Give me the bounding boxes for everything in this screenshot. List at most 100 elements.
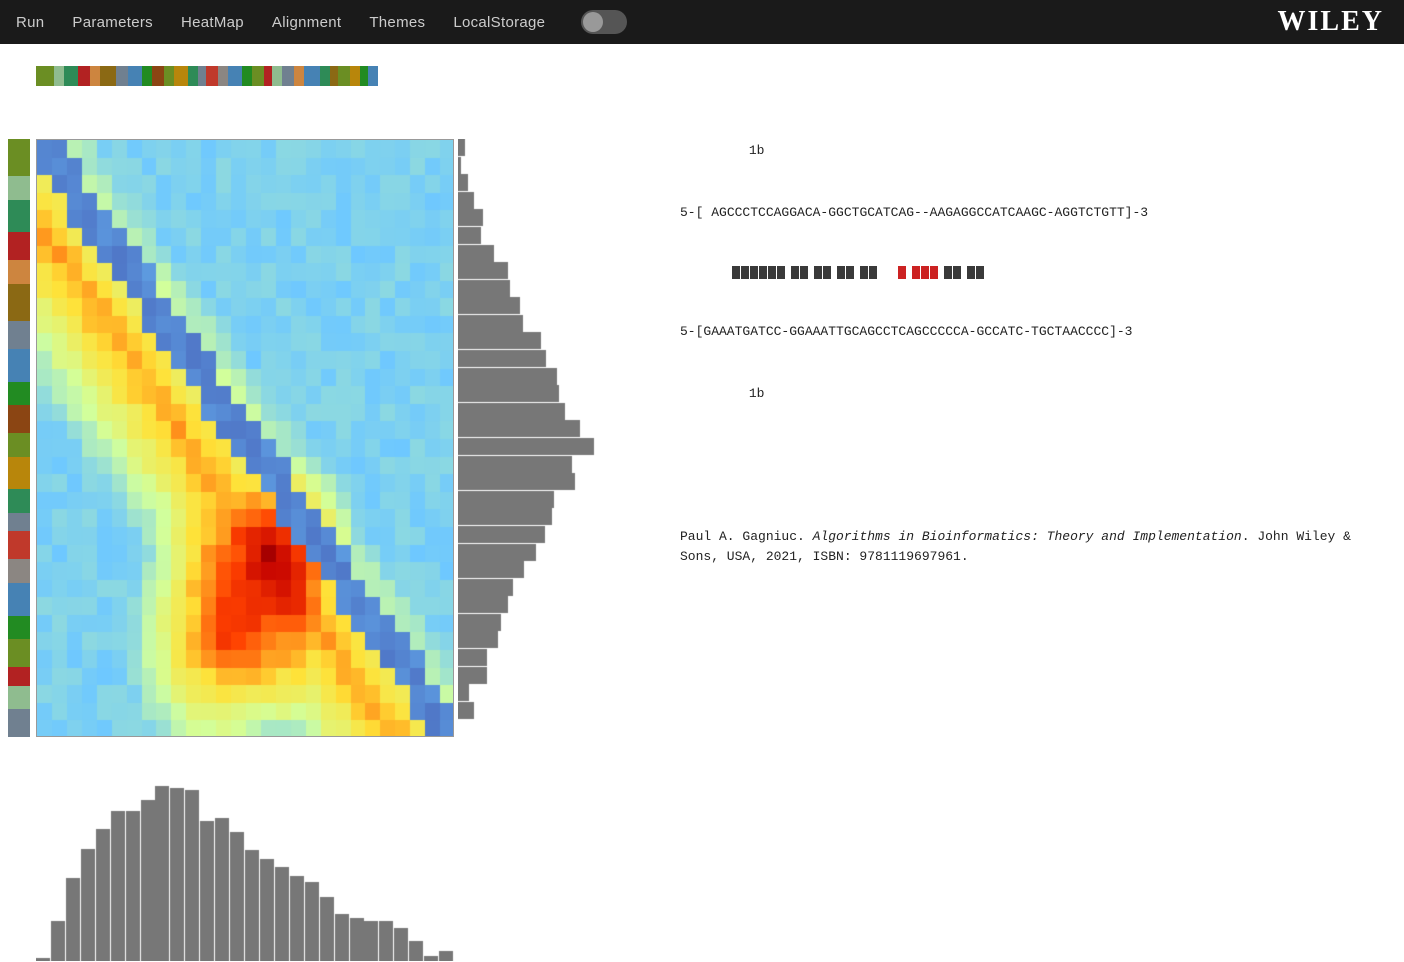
toggle-switch[interactable] bbox=[581, 10, 627, 34]
block-cell bbox=[823, 266, 831, 279]
block-cell bbox=[759, 266, 767, 279]
label2: 1b bbox=[749, 386, 765, 401]
color-bar-segment bbox=[116, 66, 128, 86]
color-bar-segment bbox=[64, 66, 78, 86]
left-color-bar-segment bbox=[8, 583, 30, 616]
color-bar-segment bbox=[164, 66, 174, 86]
alignment-label1-row: 1b bbox=[680, 141, 1374, 162]
block-cell bbox=[741, 266, 749, 279]
block-cell bbox=[791, 266, 799, 279]
color-bar-segment bbox=[198, 66, 206, 86]
nav-parameters[interactable]: Parameters bbox=[72, 14, 153, 31]
line1-seq: AGCCCTCCAGGACA-GGCTGCATCAG--AAGAGGCCATCA… bbox=[711, 205, 1148, 220]
right-panel: 1b 5-[ AGCCCTCCAGGACA-GGCTGCATCAG--AAGAG… bbox=[620, 44, 1404, 962]
color-bar-segment bbox=[294, 66, 304, 86]
label1: 1b bbox=[749, 143, 765, 158]
nav-heatmap[interactable]: HeatMap bbox=[181, 14, 244, 31]
alignment-display: 1b 5-[ AGCCCTCCAGGACA-GGCTGCATCAG--AAGAG… bbox=[680, 99, 1374, 447]
color-bar-segment bbox=[368, 66, 378, 86]
left-color-bar-segment bbox=[8, 457, 30, 490]
left-panel bbox=[0, 44, 620, 962]
left-color-bar-segment bbox=[8, 513, 30, 532]
color-bar-segment bbox=[78, 66, 90, 86]
block-cell bbox=[976, 266, 984, 279]
color-bar-segment bbox=[272, 66, 282, 86]
color-bar-segment bbox=[100, 66, 116, 86]
color-bar-segment bbox=[320, 66, 330, 86]
left-color-bar-segment bbox=[8, 382, 30, 405]
color-bar-segment bbox=[282, 66, 294, 86]
left-color-bar-segment bbox=[8, 284, 30, 321]
color-bar-segment bbox=[188, 66, 198, 86]
color-bar-segment bbox=[174, 66, 188, 86]
block-cell bbox=[860, 266, 868, 279]
alignment-blocks bbox=[732, 266, 1374, 279]
block-cell bbox=[855, 267, 859, 279]
left-color-bar bbox=[8, 139, 30, 737]
left-color-bar-segment bbox=[8, 531, 30, 559]
block-cell bbox=[832, 267, 836, 279]
block-cell bbox=[814, 266, 822, 279]
left-color-bar-segment bbox=[8, 321, 30, 349]
block-cell bbox=[768, 266, 776, 279]
nav-alignment[interactable]: Alignment bbox=[272, 14, 341, 31]
wiley-logo: WILEY bbox=[1278, 6, 1384, 38]
block-cell bbox=[777, 266, 785, 279]
citation-author: Paul A. Gagniuc. bbox=[680, 529, 805, 544]
block-cell bbox=[912, 266, 920, 279]
block-cell bbox=[930, 266, 938, 279]
block-cell bbox=[921, 266, 929, 279]
color-bar-segment bbox=[128, 66, 142, 86]
color-bar-segment bbox=[54, 66, 64, 86]
left-color-bar-segment bbox=[8, 709, 30, 737]
color-bar-segment bbox=[338, 66, 350, 86]
left-color-bar-segment bbox=[8, 405, 30, 433]
block-cell bbox=[944, 266, 952, 279]
block-cell bbox=[732, 266, 740, 279]
block-cell bbox=[907, 267, 911, 279]
nav-run[interactable]: Run bbox=[16, 14, 44, 31]
block-cell bbox=[786, 267, 790, 279]
block-cell bbox=[750, 266, 758, 279]
block-cell bbox=[898, 266, 906, 279]
color-bar-segment bbox=[264, 66, 272, 86]
color-bar-segment bbox=[350, 66, 360, 86]
left-color-bar-segment bbox=[8, 433, 30, 456]
main-content: 1b 5-[ AGCCCTCCAGGACA-GGCTGCATCAG--AAGAG… bbox=[0, 44, 1404, 962]
block-cell bbox=[939, 267, 943, 279]
color-bar-segment bbox=[304, 66, 320, 86]
left-color-bar-segment bbox=[8, 667, 30, 686]
color-bar-segment bbox=[90, 66, 100, 86]
left-color-bar-segment bbox=[8, 489, 30, 512]
left-color-bar-segment bbox=[8, 639, 30, 667]
block-cell bbox=[837, 266, 845, 279]
color-bar-segment bbox=[142, 66, 152, 86]
toggle-knob bbox=[583, 12, 603, 32]
color-bar-segment bbox=[218, 66, 228, 86]
alignment-line3: 5-[GAAATGATCC-GGAAATTGCAGCCTCAGCCCCCA-GC… bbox=[680, 322, 1374, 343]
block-cell bbox=[809, 267, 813, 279]
left-color-bar-segment bbox=[8, 232, 30, 260]
navbar: Run Parameters HeatMap Alignment Themes … bbox=[0, 0, 1404, 44]
left-color-bar-segment bbox=[8, 200, 30, 233]
block-cell bbox=[962, 267, 966, 279]
bottom-histogram bbox=[36, 741, 454, 961]
color-bar-segment bbox=[152, 66, 164, 86]
heatmap-canvas bbox=[37, 140, 454, 737]
left-color-bar-segment bbox=[8, 176, 30, 199]
heatmap bbox=[36, 139, 454, 737]
left-color-bar-segment bbox=[8, 559, 30, 582]
color-bar-segment bbox=[330, 66, 338, 86]
block-cell bbox=[888, 267, 892, 279]
block-cell bbox=[878, 267, 882, 279]
left-color-bar-segment bbox=[8, 349, 30, 382]
citation: Paul A. Gagniuc. Algorithms in Bioinform… bbox=[680, 527, 1360, 567]
color-bar-segment bbox=[228, 66, 242, 86]
nav-themes[interactable]: Themes bbox=[369, 14, 425, 31]
color-bar-segment bbox=[206, 66, 218, 86]
left-color-bar-segment bbox=[8, 616, 30, 639]
nav-localstorage[interactable]: LocalStorage bbox=[453, 14, 545, 31]
block-cell bbox=[953, 266, 961, 279]
citation-title: Algorithms in Bioinformatics: Theory and… bbox=[813, 529, 1242, 544]
top-color-bar bbox=[36, 66, 454, 86]
